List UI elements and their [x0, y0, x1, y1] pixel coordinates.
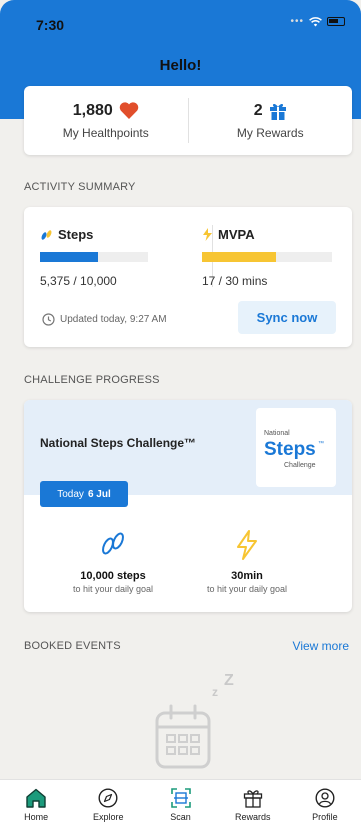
- activity-section-title: ACTIVITY SUMMARY: [24, 181, 136, 193]
- sleep-z-large: Z: [224, 672, 234, 689]
- nav-rewards-label: Rewards: [234, 812, 271, 822]
- today-label: Today: [57, 488, 84, 500]
- steps-block: Steps 5,375 / 10,000: [40, 227, 148, 288]
- steps-title: Steps: [58, 227, 94, 242]
- home-icon: [26, 788, 46, 808]
- nav-scan-label: Scan: [170, 812, 191, 822]
- healthpoints-block[interactable]: 1,880 My Healthpoints: [24, 86, 188, 155]
- today-tag: Today 6 Jul: [40, 481, 128, 507]
- greeting-title: Hello!: [159, 57, 202, 74]
- scan-icon: [170, 788, 191, 808]
- gift-icon: [269, 103, 286, 120]
- nav-explore[interactable]: Explore: [72, 780, 144, 837]
- profile-icon: [315, 788, 335, 808]
- rewards-label: My Rewards: [236, 125, 304, 140]
- compass-icon: [98, 788, 118, 808]
- mvpa-progress-bar: [202, 252, 332, 262]
- footsteps-icon: [41, 229, 52, 240]
- steps-progress-bar: [40, 252, 148, 262]
- gift-outline-icon: [243, 790, 262, 808]
- nav-explore-label: Explore: [93, 812, 124, 822]
- status-time: 7:30: [36, 17, 65, 33]
- nav-rewards[interactable]: Rewards: [217, 780, 289, 837]
- challenge-section-title: CHALLENGE PROGRESS: [24, 374, 160, 386]
- last-updated-text: Updated today, 9:27 AM: [60, 314, 167, 325]
- heart-icon: [119, 102, 139, 119]
- bottom-nav: Home Explore Scan Rewards Profile: [0, 779, 361, 837]
- minutes-goal-main: 30min: [231, 570, 263, 582]
- mvpa-value: 17 / 30 mins: [202, 274, 268, 288]
- points-card: 1,880 My Healthpoints 2 My Rewards: [24, 86, 352, 155]
- today-date: 6 Jul: [87, 488, 111, 500]
- steps-goal-sub: to hit your daily goal: [72, 584, 154, 594]
- battery-icon: [327, 17, 345, 26]
- view-more-link[interactable]: View more: [293, 639, 349, 653]
- nav-home[interactable]: Home: [0, 780, 72, 837]
- lightning-icon: [203, 228, 212, 241]
- lightning-outline-icon: [237, 530, 257, 560]
- mvpa-block: MVPA 17 / 30 mins: [202, 227, 332, 288]
- status-icons: •••: [290, 16, 345, 27]
- footprints-icon: [102, 532, 124, 555]
- steps-progress-fill: [40, 252, 99, 262]
- challenge-logo: National Steps ™ Challenge: [256, 408, 336, 487]
- signal-dots: •••: [290, 16, 304, 27]
- minutes-goal: 30min to hit your daily goal: [172, 530, 322, 594]
- nav-home-label: Home: [24, 812, 49, 822]
- sleep-z-small: z: [212, 685, 218, 699]
- nav-profile-label: Profile: [312, 812, 338, 822]
- sync-now-button[interactable]: Sync now: [238, 301, 336, 334]
- steps-goal-main: 10,000 steps: [80, 570, 146, 582]
- clock-icon: [42, 313, 55, 326]
- booked-events-title: BOOKED EVENTS: [24, 640, 121, 652]
- rewards-block[interactable]: 2 My Rewards: [189, 86, 353, 155]
- mvpa-progress-fill: [202, 252, 277, 262]
- mvpa-title: MVPA: [218, 227, 255, 242]
- steps-value: 5,375 / 10,000: [40, 274, 117, 288]
- empty-calendar-icon: [155, 704, 211, 769]
- nav-scan[interactable]: Scan: [144, 780, 216, 837]
- wifi-icon: [309, 16, 322, 26]
- steps-goal: 10,000 steps to hit your daily goal: [38, 530, 188, 594]
- challenge-card[interactable]: National Steps Challenge™ National Steps…: [24, 400, 352, 612]
- nav-profile[interactable]: Profile: [289, 780, 361, 837]
- activity-card: Steps 5,375 / 10,000 MVPA 17 / 30 mins U…: [24, 207, 352, 347]
- rewards-value: 2: [253, 101, 263, 119]
- healthpoints-value: 1,880: [72, 101, 113, 119]
- last-updated: Updated today, 9:27 AM: [42, 313, 167, 326]
- healthpoints-label: My Healthpoints: [62, 125, 149, 140]
- minutes-goal-sub: to hit your daily goal: [206, 584, 288, 594]
- challenge-name: National Steps Challenge™: [40, 436, 197, 450]
